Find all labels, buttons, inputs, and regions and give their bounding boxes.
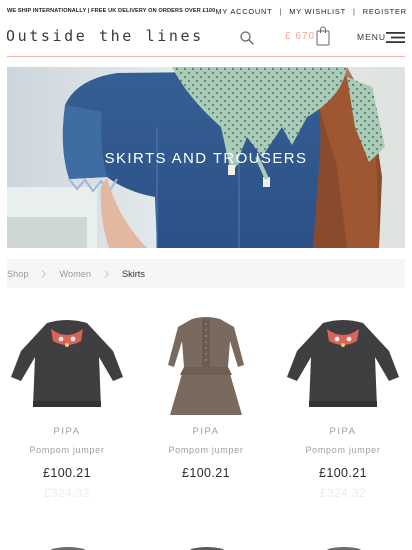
register-link[interactable]: REGISTER [363, 7, 407, 16]
product-price: £100.21 [43, 466, 91, 480]
breadcrumb-shop[interactable]: Shop [7, 269, 28, 279]
search-icon[interactable] [239, 30, 255, 46]
separator: | [352, 6, 356, 16]
product-image-peek[interactable] [183, 541, 231, 550]
product-name[interactable]: Pompom jumper [276, 445, 410, 455]
product-image-peek[interactable] [320, 541, 368, 550]
product-price: £100.21 [319, 466, 367, 480]
product-brand: PIPA [192, 426, 220, 437]
product-old-price: £324.32 [43, 486, 91, 500]
product-image-peek[interactable] [44, 541, 92, 550]
product-card[interactable]: PIPA Pompom jumper £100.21 [139, 315, 273, 480]
breadcrumb-women[interactable]: Women [59, 269, 91, 279]
menu-label[interactable]: MENU [357, 32, 386, 42]
shopping-bag-icon[interactable] [316, 26, 330, 46]
my-wishlist-link[interactable]: MY WISHLIST [289, 7, 346, 16]
site-header: Outside the lines £ 670 MENU [0, 22, 412, 56]
chevron-right-icon [42, 269, 47, 278]
product-card[interactable]: PIPA Pompom jumper £100.21 £324.32 [276, 315, 410, 500]
breadcrumb: Shop Women Skirts [7, 259, 405, 288]
site-logo[interactable]: Outside the lines [6, 27, 204, 45]
product-brand: PIPA [329, 426, 357, 437]
hero-banner: SKIRTS AND TROUSERS [7, 67, 405, 248]
hamburger-icon[interactable] [386, 31, 405, 44]
cart-total[interactable]: £ 670 [285, 31, 315, 42]
separator: | [279, 6, 283, 16]
product-card[interactable]: PIPA Pompom jumper £100.21 £324.32 [0, 315, 134, 500]
product-old-price: £324.32 [319, 486, 367, 500]
product-image[interactable] [144, 315, 268, 415]
account-links: MY ACCOUNT | MY WISHLIST | REGISTER [215, 7, 407, 16]
product-image[interactable] [281, 315, 405, 415]
product-price: £100.21 [182, 466, 230, 480]
utility-bar: WE SHIP INTERNATIONALLY | FREE UK DELIVE… [0, 0, 412, 22]
hero-title: SKIRTS AND TROUSERS [104, 150, 308, 167]
breadcrumb-current: Skirts [121, 268, 145, 279]
shipping-notice: WE SHIP INTERNATIONALLY | FREE UK DELIVE… [7, 8, 216, 14]
product-name[interactable]: Pompom jumper [0, 445, 134, 455]
chevron-right-icon [104, 269, 109, 278]
product-name[interactable]: Pompom jumper [139, 445, 273, 455]
header-divider [7, 56, 405, 57]
product-brand: PIPA [53, 426, 81, 437]
my-account-link[interactable]: MY ACCOUNT [215, 7, 272, 16]
product-image[interactable] [5, 315, 129, 415]
